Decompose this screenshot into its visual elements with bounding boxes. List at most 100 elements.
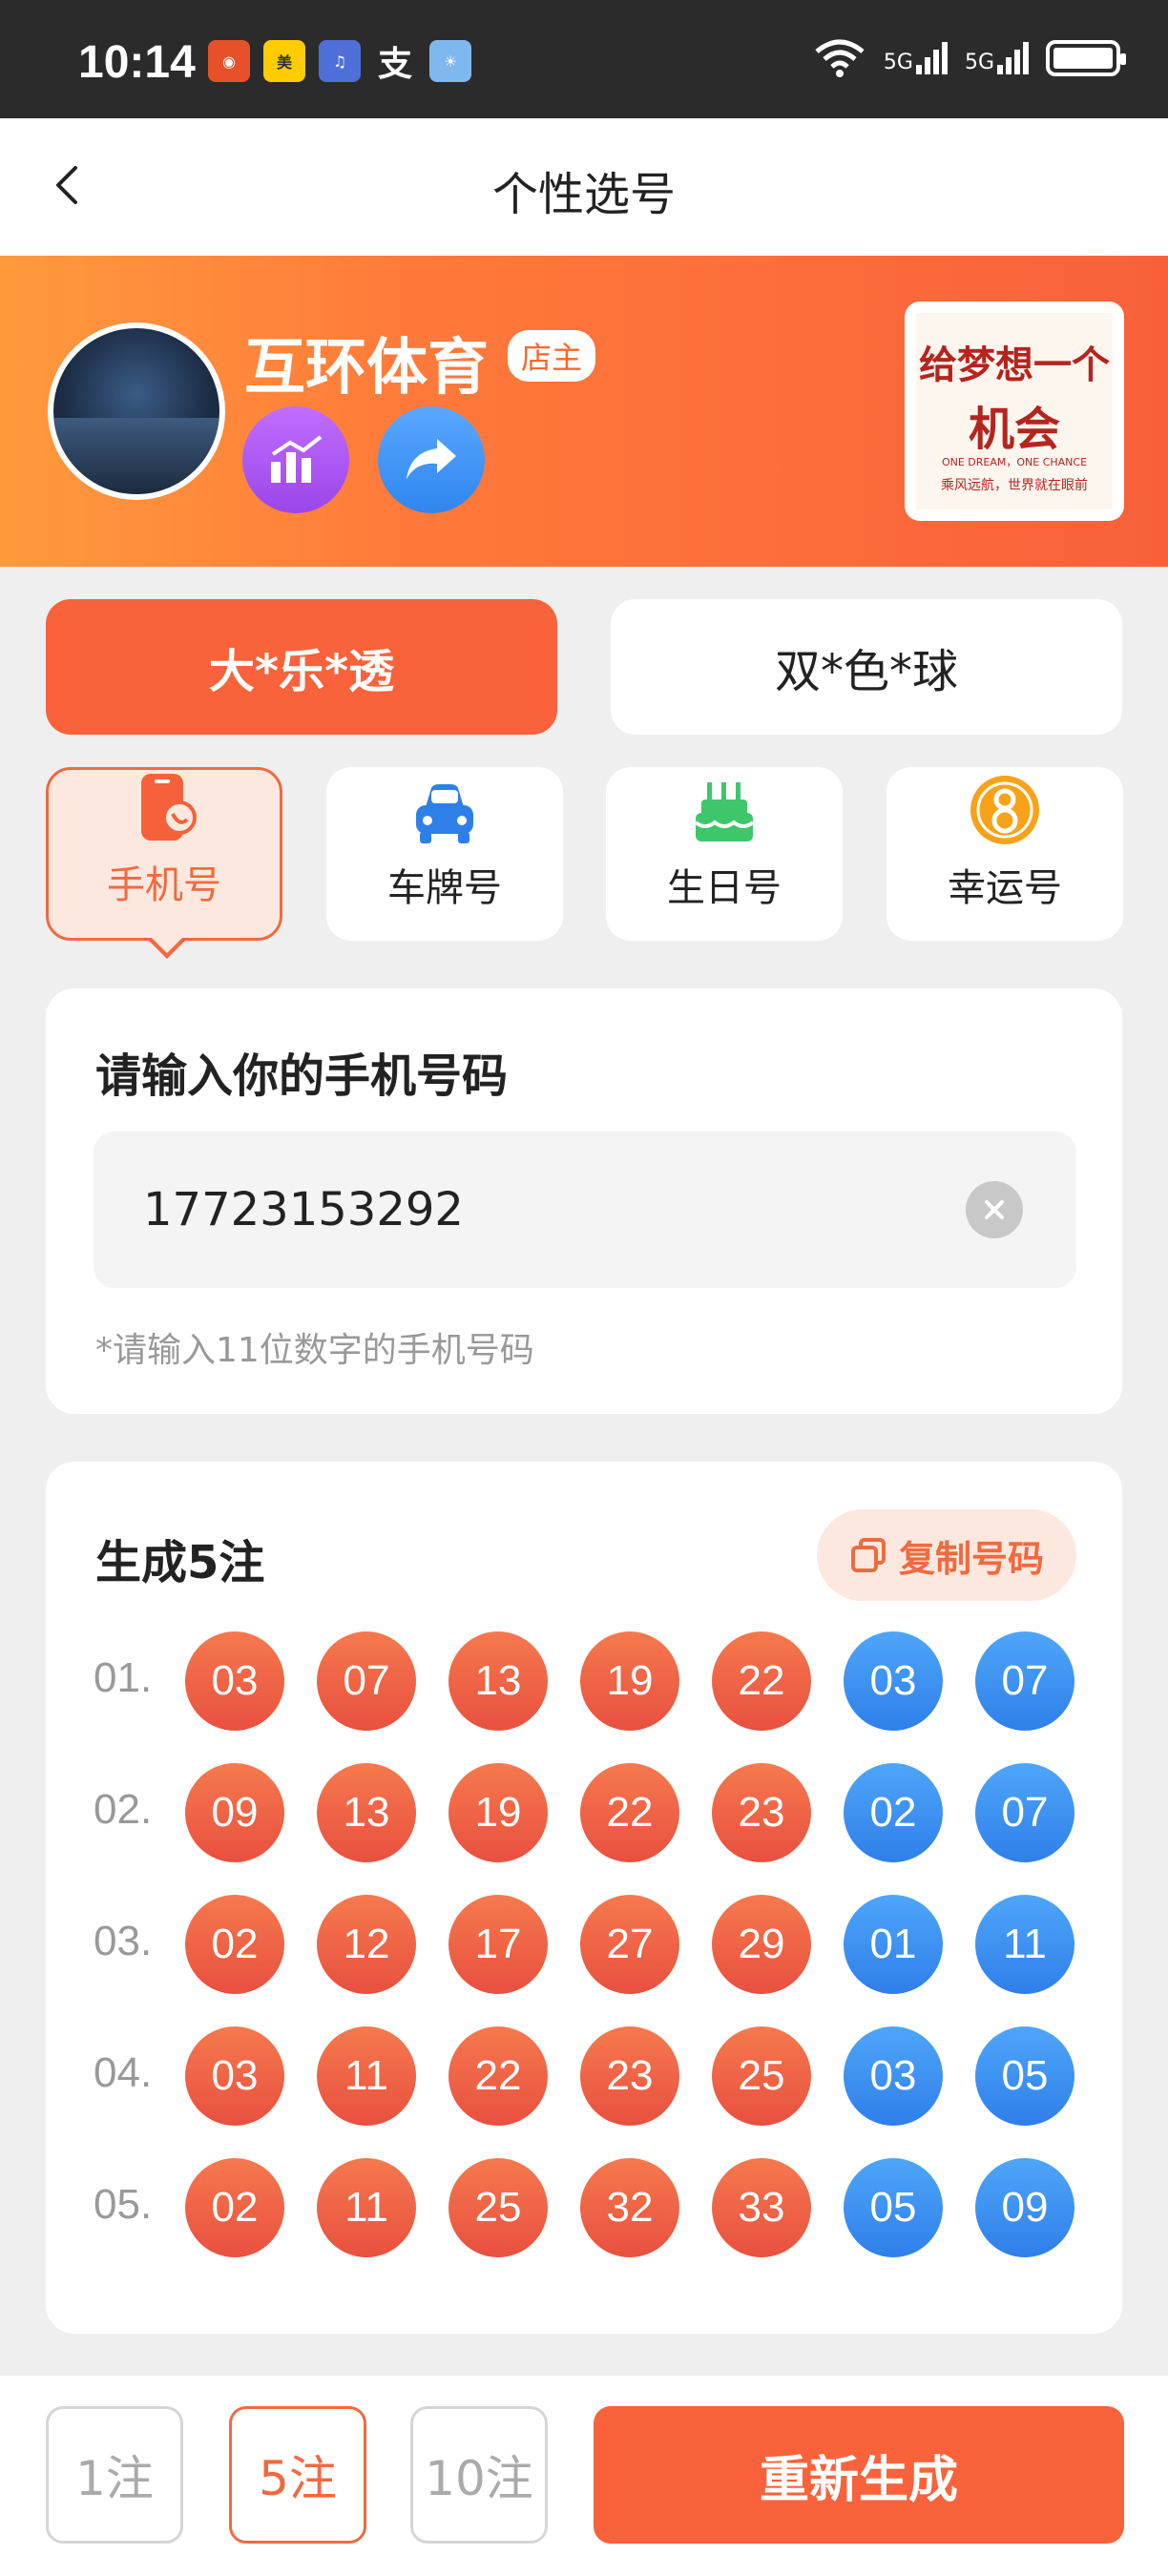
shop-poster[interactable]: 给梦想一个 机会 ONE DREAM，ONE CHANCE 乘风远航，世界就在眼… <box>905 301 1124 521</box>
share-arrow-icon <box>407 439 456 479</box>
blue-ball: 05 <box>844 2158 943 2257</box>
pick-type-phone[interactable]: 手机号 <box>46 767 282 959</box>
blue-ball: 09 <box>975 2158 1074 2257</box>
car-icon <box>416 784 473 843</box>
red-ball: 09 <box>185 1763 284 1862</box>
pick-type-phone-label: 手机号 <box>107 863 221 907</box>
status-right: 5G 5G <box>813 38 1126 78</box>
app-icon-weather: ☀ <box>429 40 471 82</box>
avatar-city-image <box>53 418 219 494</box>
count-1-button[interactable]: 1注 <box>46 2406 183 2544</box>
result-row: 01. 03 07 13 19 22 03 07 <box>94 1631 1086 1731</box>
copy-numbers-button[interactable]: 复制号码 <box>817 1509 1076 1601</box>
result-row: 03. 02 12 17 27 29 01 11 <box>94 1895 1086 1994</box>
red-ball: 19 <box>448 1763 548 1862</box>
bottom-action-bar: 1注 5注 10注 重新生成 <box>0 2376 1168 2576</box>
status-app-icons: ◉ 美 ♫ 支 ☀ <box>208 40 471 82</box>
red-ball: 25 <box>448 2158 548 2257</box>
tab-daletou[interactable]: 大*乐*透 <box>46 599 557 735</box>
red-ball: 03 <box>185 1631 284 1731</box>
app-icon-music: ♫ <box>319 40 361 82</box>
shop-banner: 互环体育 店主 给梦想一个 机会 ONE DREAM，ONE CHANCE 乘风… <box>0 256 1168 567</box>
row-index: 04. <box>94 2049 153 2096</box>
pick-type-lucky[interactable]: 幸运号 <box>886 767 1123 941</box>
red-ball: 11 <box>317 2158 416 2257</box>
phone-input-card: 请输入你的手机号码 *请输入11位数字的手机号码 <box>46 988 1122 1414</box>
red-ball: 07 <box>317 1631 416 1731</box>
status-time: 10:14 <box>78 37 196 88</box>
red-ball: 22 <box>712 1631 811 1731</box>
blue-ball: 03 <box>844 1631 943 1731</box>
pick-type-lucky-label: 幸运号 <box>948 866 1062 910</box>
red-ball: 19 <box>580 1631 679 1731</box>
row-index: 03. <box>94 1918 153 1964</box>
result-row: 04. 03 11 22 23 25 03 05 <box>94 2026 1086 2126</box>
app-icon-alipay: 支 <box>377 45 412 82</box>
poster-line3: ONE DREAM，ONE CHANCE <box>941 456 1088 468</box>
poster-image: 给梦想一个 机会 ONE DREAM，ONE CHANCE 乘风远航，世界就在眼… <box>916 313 1113 509</box>
red-ball: 33 <box>712 2158 811 2257</box>
regenerate-button[interactable]: 重新生成 <box>594 2406 1124 2544</box>
red-ball: 22 <box>448 2026 548 2126</box>
red-ball: 13 <box>448 1631 548 1731</box>
stats-button[interactable] <box>242 406 349 513</box>
blue-ball: 11 <box>975 1895 1074 1994</box>
close-icon <box>985 1200 1004 1219</box>
battery-icon <box>1046 40 1126 76</box>
red-ball: 27 <box>580 1895 679 1994</box>
red-ball: 02 <box>185 1895 284 1994</box>
count-5-button[interactable]: 5注 <box>229 2406 366 2544</box>
share-button[interactable] <box>378 406 485 513</box>
row-index: 01. <box>94 1654 153 1701</box>
pick-type-plate-label: 车牌号 <box>387 866 502 910</box>
red-ball: 23 <box>712 1763 811 1862</box>
copy-numbers-label: 复制号码 <box>898 1537 1044 1580</box>
phone-icon <box>141 774 197 841</box>
red-ball: 25 <box>712 2026 811 2126</box>
avatar[interactable] <box>48 322 225 500</box>
red-ball: 13 <box>317 1763 416 1862</box>
copy-icon <box>850 1538 886 1572</box>
red-ball: 12 <box>317 1895 416 1994</box>
red-ball: 02 <box>185 2158 284 2257</box>
bar-chart-icon <box>271 435 323 483</box>
wifi-icon <box>815 39 865 77</box>
status-bar: 10:14 ◉ 美 ♫ 支 ☀ 5G 5G <box>0 0 1168 118</box>
blue-ball: 07 <box>975 1763 1074 1862</box>
phone-input-box[interactable] <box>94 1132 1076 1288</box>
input-heading: 请输入你的手机号码 <box>95 1049 509 1103</box>
poster-line4: 乘风远航，世界就在眼前 <box>941 478 1088 493</box>
pick-type-birthday-label: 生日号 <box>667 866 782 910</box>
result-row: 05. 02 11 25 32 33 05 09 <box>94 2158 1086 2257</box>
shop-name: 互环体育 <box>244 333 489 404</box>
nav-bar: 个性选号 <box>0 118 1168 256</box>
red-ball: 22 <box>580 1763 679 1862</box>
result-card: 生成5注 复制号码 01. 03 07 13 19 22 03 07 02. 0… <box>46 1462 1122 2334</box>
cake-icon <box>694 782 755 841</box>
blue-ball: 01 <box>844 1895 943 1994</box>
red-ball: 11 <box>317 2026 416 2126</box>
page-title: 个性选号 <box>491 168 676 221</box>
red-ball: 17 <box>448 1895 548 1994</box>
blue-ball: 02 <box>844 1763 943 1862</box>
phone-number-input[interactable] <box>143 1170 907 1250</box>
pick-type-plate[interactable]: 车牌号 <box>326 767 563 941</box>
blue-ball: 07 <box>975 1631 1074 1731</box>
poster-line1: 给梦想一个 <box>919 343 1110 387</box>
pick-type-birthday[interactable]: 生日号 <box>606 767 843 941</box>
result-row: 02. 09 13 19 22 23 02 07 <box>94 1763 1086 1862</box>
input-hint: *请输入11位数字的手机号码 <box>95 1331 534 1370</box>
row-index: 05. <box>94 2181 153 2228</box>
red-ball: 03 <box>185 2026 284 2126</box>
app-icon-meituan: 美 <box>263 40 305 82</box>
result-title: 生成5注 <box>95 1536 265 1589</box>
row-index: 02. <box>94 1786 153 1833</box>
tab-shuangseqiu[interactable]: 双*色*球 <box>611 599 1122 735</box>
clear-input-button[interactable] <box>966 1181 1023 1238</box>
signal-icon-2: 5G <box>965 42 1029 74</box>
owner-badge: 店主 <box>508 330 596 382</box>
lucky-eight-icon <box>970 776 1039 844</box>
signal-icon-1: 5G <box>884 42 948 74</box>
red-ball: 23 <box>580 2026 679 2126</box>
count-10-button[interactable]: 10注 <box>410 2406 548 2544</box>
